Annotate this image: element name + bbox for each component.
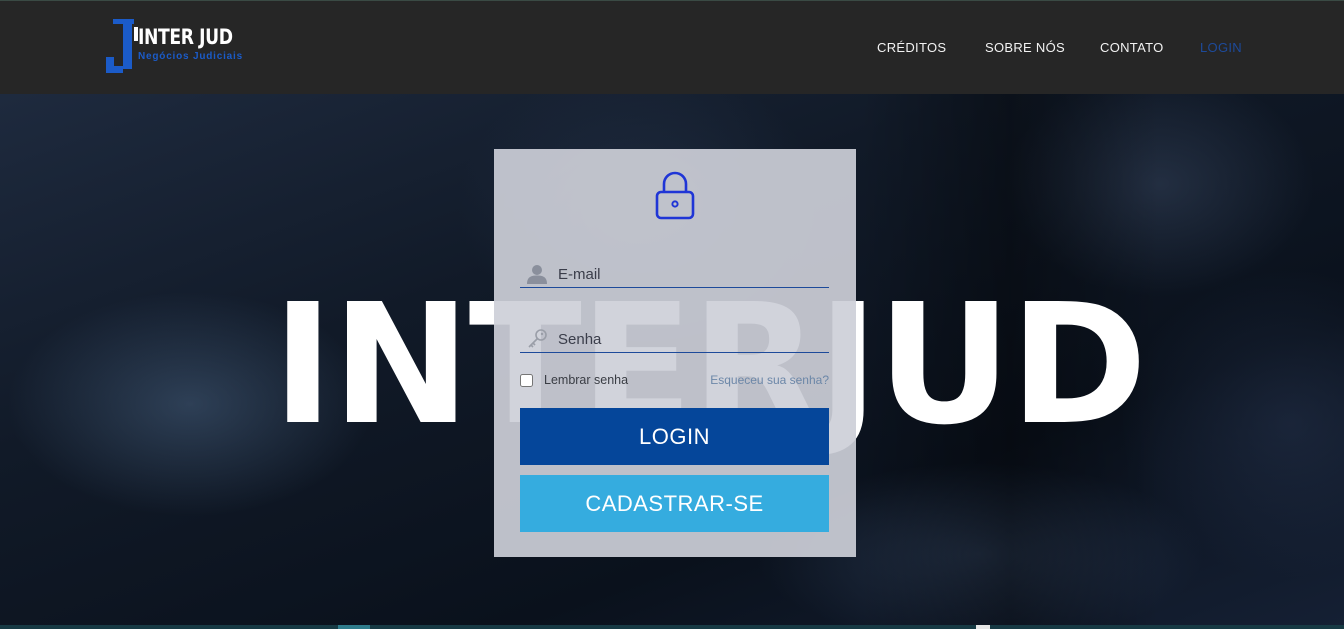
password-field bbox=[520, 328, 829, 353]
email-field bbox=[520, 263, 829, 288]
email-input[interactable] bbox=[558, 263, 818, 285]
nav-item-sobre-nos[interactable]: SOBRE NÓS bbox=[985, 40, 1065, 55]
brand-tagline: Negócios Judiciais bbox=[138, 51, 243, 62]
remember-label: Lembrar senha bbox=[544, 373, 629, 387]
nav-item-creditos[interactable]: CRÉDITOS bbox=[877, 40, 946, 55]
logo-mark-icon bbox=[106, 19, 138, 73]
key-icon bbox=[528, 329, 547, 348]
nav-item-login[interactable]: LOGIN bbox=[1200, 40, 1242, 55]
register-button[interactable]: CADASTRAR-SE bbox=[520, 475, 829, 532]
page-bottom-strip bbox=[0, 625, 1344, 629]
password-input[interactable] bbox=[558, 328, 818, 350]
page-bottom-marker bbox=[976, 625, 990, 629]
remember-checkbox[interactable] bbox=[520, 374, 533, 387]
login-panel: Lembrar senha Esqueceu sua senha? LOGIN … bbox=[494, 149, 856, 557]
nav-item-contato[interactable]: CONTATO bbox=[1100, 40, 1164, 55]
page-bottom-accent bbox=[338, 625, 370, 629]
top-navbar: INTER JUD Negócios Judiciais CRÉDITOS SO… bbox=[0, 0, 1344, 94]
lock-icon bbox=[655, 171, 695, 220]
login-button[interactable]: LOGIN bbox=[520, 408, 829, 465]
brand-name: INTER JUD bbox=[138, 25, 233, 49]
forgot-password-link[interactable]: Esqueceu sua senha? bbox=[710, 373, 829, 387]
user-icon bbox=[527, 265, 547, 284]
brand-logo[interactable]: INTER JUD Negócios Judiciais bbox=[104, 17, 244, 77]
